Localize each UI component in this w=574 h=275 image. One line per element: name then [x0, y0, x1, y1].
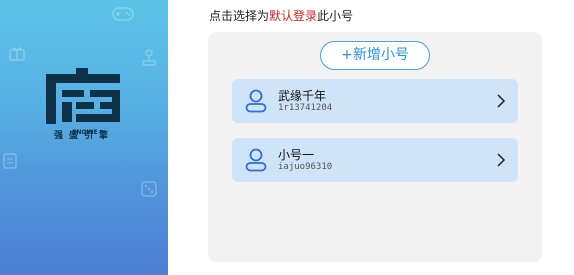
account-id: 1r13741204 — [278, 103, 333, 113]
account-list-card: +新增小号 武缘千年 1r13741204 小号一 iajuo96310 — [208, 32, 542, 262]
add-sub-account-button[interactable]: +新增小号 — [320, 41, 430, 70]
instruction-text: 点击选择为默认登录此小号 — [209, 7, 353, 24]
gift-icon — [8, 44, 26, 62]
chevron-right-icon — [497, 153, 506, 167]
dice-icon — [140, 180, 158, 198]
chevron-right-icon — [497, 94, 506, 108]
card-icon — [2, 152, 18, 170]
brand-panel: ENGINE 强盛引擎 — [0, 0, 168, 275]
brand-caption: 强盛引擎 — [53, 131, 114, 141]
account-id: iajuo96310 — [278, 162, 333, 172]
account-name: 武缘千年 — [278, 89, 327, 103]
gamepad-icon — [112, 6, 134, 22]
joystick-icon — [140, 48, 158, 66]
account-name: 小号一 — [278, 148, 315, 162]
instruction-prefix: 点击选择为 — [209, 9, 270, 23]
account-item[interactable]: 小号一 iajuo96310 — [232, 138, 518, 182]
instruction-highlight: 默认登录 — [269, 9, 318, 23]
user-icon — [245, 148, 267, 172]
account-select-window: ENGINE 强盛引擎 点击选择为默认登录此小号 +新增小号 武缘千年 1r13… — [0, 0, 574, 275]
instruction-suffix: 此小号 — [317, 9, 354, 23]
user-icon — [245, 89, 267, 113]
account-item[interactable]: 武缘千年 1r13741204 — [232, 79, 518, 123]
